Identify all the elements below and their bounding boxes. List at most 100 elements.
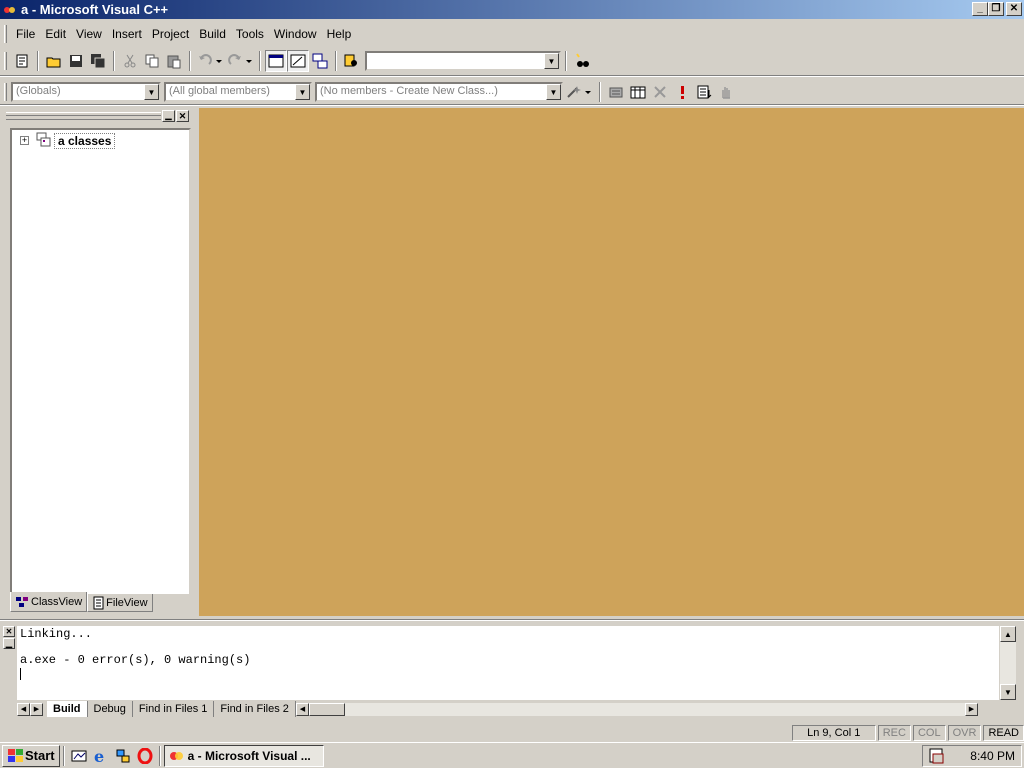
internet-explorer-icon[interactable]: e	[90, 745, 112, 767]
svg-text:e: e	[94, 748, 104, 764]
menu-file[interactable]: File	[11, 27, 40, 41]
output-text[interactable]: Linking... a.exe - 0 error(s), 0 warning(…	[17, 626, 999, 700]
output-close-button[interactable]: ✕	[3, 626, 15, 637]
scroll-up-button[interactable]: ▲	[1000, 626, 1016, 642]
paste-icon[interactable]	[163, 50, 185, 72]
chevron-down-icon[interactable]: ▼	[544, 53, 559, 69]
close-button[interactable]: ✕	[1006, 2, 1022, 16]
wizardbar-grip[interactable]	[4, 83, 7, 101]
task-button-visual-cpp[interactable]: a - Microsoft Visual ...	[163, 744, 324, 767]
status-bar: Ln 9, Col 1 REC COL OVR READ	[0, 724, 1024, 742]
output-tabs: ◀ ▶ Build Debug Find in Files 1 Find in …	[17, 700, 978, 718]
compile-icon[interactable]	[605, 81, 627, 103]
output-line: a.exe - 0 error(s), 0 warning(s)	[20, 653, 251, 667]
tab-classview[interactable]: ClassView	[10, 592, 88, 612]
menu-tools[interactable]: Tools	[231, 27, 269, 41]
system-tray: 8:40 PM	[922, 745, 1022, 767]
output-vertical-scrollbar[interactable]: ▲ ▼	[1000, 626, 1016, 700]
redo-icon[interactable]	[225, 50, 255, 72]
save-all-icon[interactable]	[87, 50, 109, 72]
class-tree[interactable]: + a classes	[10, 128, 191, 596]
tab-find-in-files-1[interactable]: Find in Files 1	[133, 701, 215, 717]
show-desktop-icon[interactable]	[68, 745, 90, 767]
hscroll-left-button[interactable]: ◀	[295, 702, 309, 716]
restore-button[interactable]: ❐	[988, 2, 1004, 16]
hscroll-right-button[interactable]: ▶	[964, 702, 978, 716]
col-indicator: COL	[912, 725, 946, 741]
window-list-icon[interactable]	[309, 50, 331, 72]
menu-bar: File Edit View Insert Project Build Tool…	[0, 23, 1024, 45]
wizard-action-icon[interactable]	[563, 81, 595, 103]
hscroll-track[interactable]	[344, 702, 965, 716]
workspace-pane: ▁ ✕ + a classes ClassView FileView	[4, 108, 196, 616]
find-combo[interactable]: ▼	[365, 51, 561, 71]
workspace-tabs: ClassView FileView	[10, 592, 153, 614]
tab-find-in-files-2[interactable]: Find in Files 2	[214, 701, 296, 717]
clock[interactable]: 8:40 PM	[970, 749, 1015, 763]
minimize-button[interactable]: _	[972, 2, 988, 16]
workspace-icon[interactable]	[265, 50, 287, 72]
hscroll-thumb[interactable]	[308, 702, 345, 716]
ovr-indicator: OVR	[947, 725, 982, 741]
editor-area[interactable]	[199, 108, 1024, 616]
window-title: a - Microsoft Visual C++	[21, 2, 169, 17]
menu-edit[interactable]: Edit	[40, 27, 71, 41]
chevron-down-icon[interactable]: ▼	[144, 84, 159, 100]
network-icon[interactable]	[112, 745, 134, 767]
read-indicator: READ	[983, 725, 1024, 741]
breakpoint-icon[interactable]	[715, 81, 737, 103]
chevron-down-icon[interactable]: ▼	[546, 84, 561, 100]
text-cursor	[20, 668, 21, 680]
menu-project[interactable]: Project	[147, 27, 194, 41]
tree-root-label[interactable]: a classes	[54, 133, 116, 149]
taskbar: Start e a - Microsoft Visual ... 8:40 PM	[0, 742, 1024, 768]
title-bar[interactable]: a - Microsoft Visual C++ _ ❐ ✕	[0, 0, 1024, 19]
opera-icon[interactable]	[134, 745, 156, 767]
vc-app-icon[interactable]	[2, 3, 18, 17]
class-combo[interactable]: (Globals) ▼	[11, 82, 161, 102]
chevron-down-icon[interactable]: ▼	[295, 84, 310, 100]
workspace-close-button[interactable]: ✕	[176, 110, 189, 122]
filter-combo[interactable]: (All global members) ▼	[164, 82, 312, 102]
rec-indicator: REC	[877, 725, 911, 741]
find-icon[interactable]	[571, 50, 593, 72]
new-file-icon[interactable]	[11, 50, 33, 72]
output-icon[interactable]	[287, 50, 309, 72]
tree-expand-icon[interactable]: +	[20, 136, 29, 145]
copy-icon[interactable]	[141, 50, 163, 72]
fileview-icon	[93, 596, 104, 609]
stop-build-icon[interactable]	[649, 81, 671, 103]
menu-window[interactable]: Window	[269, 27, 322, 41]
menu-insert[interactable]: Insert	[107, 27, 147, 41]
output-restore-button[interactable]: ▁	[3, 638, 15, 649]
tab-build[interactable]: Build	[47, 701, 88, 717]
output-pane: ✕ ▁ Linking... a.exe - 0 error(s), 0 warn…	[0, 624, 1024, 718]
toolbar-grip[interactable]	[4, 52, 7, 70]
find-in-files-icon[interactable]	[341, 50, 363, 72]
scroll-track[interactable]	[1000, 642, 1016, 684]
execute-icon[interactable]	[671, 81, 693, 103]
undo-icon[interactable]	[195, 50, 225, 72]
tray-app-icon[interactable]	[929, 748, 945, 764]
workspace-gripper[interactable]	[6, 112, 161, 120]
scroll-down-button[interactable]: ▼	[1000, 684, 1016, 700]
open-icon[interactable]	[43, 50, 65, 72]
menu-help[interactable]: Help	[322, 27, 357, 41]
tab-fileview[interactable]: FileView	[87, 594, 153, 612]
tab-debug[interactable]: Debug	[88, 701, 133, 717]
go-icon[interactable]	[693, 81, 715, 103]
vc-app-icon	[169, 751, 183, 760]
cut-icon[interactable]	[119, 50, 141, 72]
menu-grip[interactable]	[4, 25, 7, 43]
start-button[interactable]: Start	[2, 744, 60, 767]
standard-toolbar: ▼	[0, 48, 610, 74]
workspace-maximize-button[interactable]: ▁	[162, 110, 175, 122]
menu-build[interactable]: Build	[194, 27, 231, 41]
members-combo[interactable]: (No members - Create New Class...) ▼	[315, 82, 563, 102]
tab-scroll-left-button[interactable]: ◀	[17, 702, 30, 716]
menu-view[interactable]: View	[71, 27, 107, 41]
save-icon[interactable]	[65, 50, 87, 72]
tab-scroll-right-button[interactable]: ▶	[30, 702, 43, 716]
windows-logo-icon	[8, 748, 23, 762]
build-icon[interactable]	[627, 81, 649, 103]
